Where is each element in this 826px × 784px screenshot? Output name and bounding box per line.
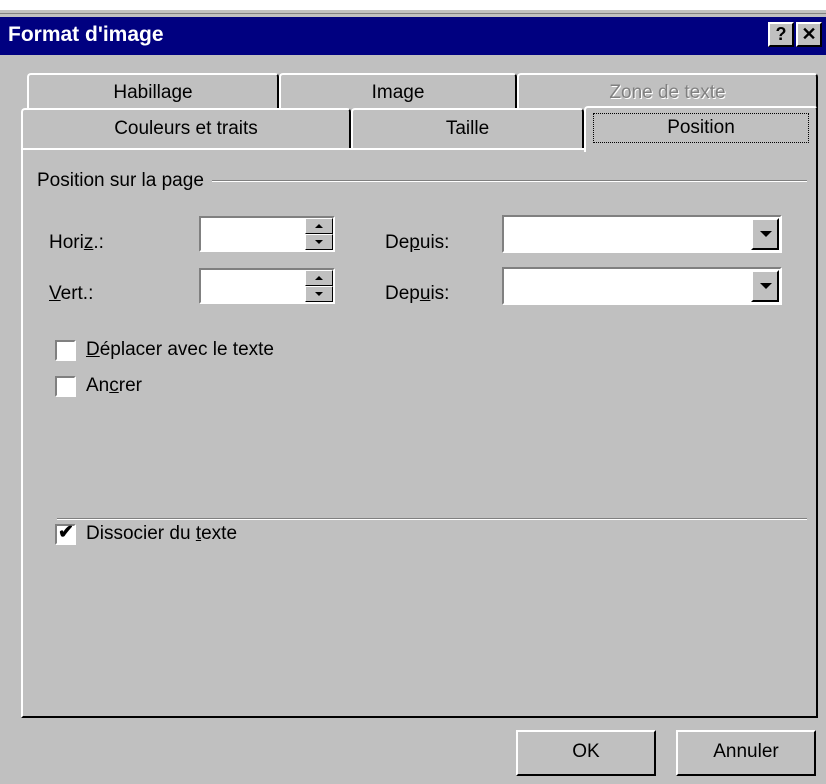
depuis2-dropdown[interactable] (502, 267, 782, 305)
cancel-button[interactable]: Annuler (676, 730, 816, 776)
tab-position[interactable]: Position (584, 106, 818, 152)
cancel-label: Annuler (713, 741, 779, 762)
group-title: Position sur la page (37, 170, 212, 192)
arrow-up-icon (315, 276, 323, 280)
horiz-label: Horiz.: (49, 232, 104, 253)
close-button[interactable]: ✕ (796, 22, 822, 47)
dissocier-checkbox[interactable]: ✔ (55, 522, 76, 545)
chevron-down-icon (760, 231, 772, 237)
depuis1-dropdown[interactable] (502, 215, 782, 253)
depuis2-dropdown-button[interactable] (751, 270, 779, 302)
ancrer-checkbox[interactable] (55, 376, 76, 397)
ok-button[interactable]: OK (516, 730, 656, 776)
tab-focus-rect (590, 110, 812, 146)
vert-spin-up[interactable] (305, 270, 333, 286)
arrow-down-icon (315, 292, 323, 296)
title-bar: Format d'image ? ✕ (0, 17, 826, 55)
help-button[interactable]: ? (768, 22, 794, 47)
tab-taille[interactable]: Taille (351, 108, 584, 150)
ancrer-label[interactable]: Ancrer (86, 375, 142, 397)
depuis2-label: Depuis: (385, 283, 450, 304)
top-strip (0, 0, 826, 10)
position-panel: Position sur la page Horiz.: Depuis: Ver… (21, 148, 818, 718)
vert-label: Vert.: (49, 283, 94, 304)
depuis1-dropdown-button[interactable] (751, 218, 779, 250)
vert-spin-down[interactable] (305, 286, 333, 302)
horiz-spinner[interactable] (199, 216, 335, 252)
ok-label: OK (572, 741, 600, 762)
help-icon: ? (775, 24, 787, 44)
arrow-down-icon (315, 240, 323, 244)
panel-separator (57, 518, 807, 520)
tab-habillage-label: Habillage (113, 82, 193, 103)
depuis1-label: Depuis: (385, 232, 450, 253)
horiz-spin-down[interactable] (305, 234, 333, 250)
tab-habillage[interactable]: Habillage (27, 73, 279, 113)
tab-couleurs-et-traits[interactable]: Couleurs et traits (21, 108, 351, 150)
tab-couleurs-label: Couleurs et traits (114, 118, 258, 139)
top-border (0, 10, 826, 14)
chevron-down-icon (760, 283, 772, 289)
close-icon: ✕ (801, 24, 817, 44)
arrow-up-icon (315, 224, 323, 228)
format-image-dialog: Format d'image ? ✕ Habillage Image Zone … (0, 0, 826, 784)
horiz-spin-up[interactable] (305, 218, 333, 234)
tab-image-label: Image (371, 82, 425, 103)
deplacer-checkbox[interactable] (55, 340, 76, 361)
tab-taille-label: Taille (445, 118, 490, 139)
checkmark-icon: ✔ (58, 522, 74, 543)
tab-image[interactable]: Image (279, 73, 517, 113)
dissocier-label[interactable]: Dissocier du texte (86, 523, 237, 545)
window-title: Format d'image (8, 23, 164, 46)
tab-zone-de-texte-label: Zone de texte (609, 82, 726, 103)
deplacer-label[interactable]: Déplacer avec le texte (86, 339, 274, 361)
vert-spinner[interactable] (199, 268, 335, 304)
